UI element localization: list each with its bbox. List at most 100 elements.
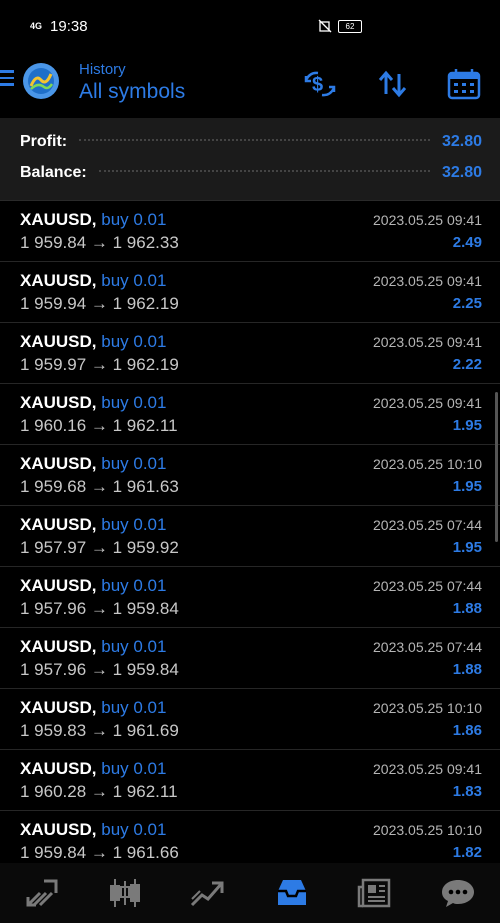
trade-prices: 1 959.94 → 1 962.19	[20, 294, 179, 313]
nav-messages[interactable]	[433, 873, 483, 913]
trade-time: 2023.05.25 09:41	[373, 212, 482, 228]
trade-row[interactable]: XAUUSD, buy 0.01 1 959.84 → 1 962.33 202…	[0, 201, 500, 262]
chart-icon	[109, 879, 140, 907]
header-title[interactable]: All symbols	[79, 80, 185, 104]
trade-symbol: XAUUSD,	[20, 576, 97, 595]
trade-prices: 1 957.96 → 1 959.84	[20, 660, 179, 679]
battery-icon: 62	[338, 19, 362, 33]
balance-label: Balance:	[20, 164, 87, 181]
trade-prices: 1 957.97 → 1 959.92	[20, 538, 179, 557]
trade-row[interactable]: XAUUSD, buy 0.01 1 959.97 → 1 962.19 202…	[0, 323, 500, 384]
trade-side: buy 0.01	[101, 332, 167, 351]
trade-symbol: XAUUSD,	[20, 454, 97, 473]
trade-side: buy 0.01	[101, 820, 167, 839]
metatrader-logo-icon[interactable]	[22, 62, 60, 100]
network-indicator: 4G	[30, 21, 43, 31]
trade-profit: 2.22	[452, 356, 482, 373]
trade-symbol: XAUUSD,	[20, 698, 97, 717]
trade-side: buy 0.01	[101, 515, 167, 534]
trade-side: buy 0.01	[101, 454, 167, 473]
trade-prices: 1 959.97 → 1 962.19	[20, 355, 179, 374]
trade-side: buy 0.01	[101, 759, 167, 778]
trade-symbol: XAUUSD,	[20, 210, 97, 229]
status-bar: 4G 19:38 62	[0, 0, 500, 52]
profit-label: Profit:	[20, 133, 68, 150]
trade-prices: 1 960.28 → 1 962.11	[20, 782, 178, 801]
profit-row: Profit: 32.80	[20, 133, 482, 151]
trade-time: 2023.05.25 09:41	[373, 761, 482, 777]
mute-icon	[318, 19, 332, 33]
scrollbar[interactable]	[495, 392, 498, 542]
trade-time: 2023.05.25 09:41	[373, 273, 482, 289]
header-titles: History All symbols	[79, 61, 185, 104]
trade-profit: 1.95	[452, 539, 482, 556]
profit-value: 32.80	[441, 133, 482, 150]
history-icon	[277, 880, 306, 905]
account-summary: Profit: 32.80 Balance: 32.80	[0, 118, 500, 201]
trade-time: 2023.05.25 07:44	[373, 578, 482, 594]
trade-side: buy 0.01	[101, 271, 167, 290]
trade-profit: 2.25	[452, 295, 482, 312]
trade-prices: 1 959.83 → 1 961.69	[20, 721, 179, 740]
trade-row[interactable]: XAUUSD, buy 0.01 1 960.16 → 1 962.11 202…	[0, 384, 500, 445]
dotted-leader	[79, 139, 430, 141]
trade-side: buy 0.01	[101, 698, 167, 717]
trade-side: buy 0.01	[101, 393, 167, 412]
trade-prices: 1 957.96 → 1 959.84	[20, 599, 179, 618]
currency-exchange-icon[interactable]: $	[302, 66, 338, 102]
messages-icon	[442, 880, 475, 907]
sort-arrows-icon[interactable]	[375, 66, 411, 102]
trade-row[interactable]: XAUUSD, buy 0.01 1 957.97 → 1 959.92 202…	[0, 506, 500, 567]
trade-symbol: XAUUSD,	[20, 393, 97, 412]
balance-row: Balance: 32.80	[20, 164, 482, 182]
status-right: 62	[318, 19, 470, 33]
trade-symbol: XAUUSD,	[20, 515, 97, 534]
trade-row[interactable]: XAUUSD, buy 0.01 1 957.96 → 1 959.84 202…	[0, 567, 500, 628]
nav-quotes[interactable]	[17, 873, 67, 913]
trade-time: 2023.05.25 07:44	[373, 639, 482, 655]
nav-chart[interactable]	[100, 873, 150, 913]
trade-row[interactable]: XAUUSD, buy 0.01 1 960.28 → 1 962.11 202…	[0, 750, 500, 811]
trade-row[interactable]: XAUUSD, buy 0.01 1 957.96 → 1 959.84 202…	[0, 628, 500, 689]
trade-side: buy 0.01	[101, 576, 167, 595]
trade-symbol: XAUUSD,	[20, 637, 97, 656]
trade-profit: 1.86	[452, 722, 482, 739]
trade-prices: 1 959.68 → 1 961.63	[20, 477, 179, 496]
quotes-icon	[26, 879, 58, 907]
trade-profit: 1.88	[452, 600, 482, 617]
nav-history[interactable]	[267, 873, 317, 913]
trade-side: buy 0.01	[101, 637, 167, 656]
trade-list: XAUUSD, buy 0.01 1 959.84 → 1 962.33 202…	[0, 201, 500, 872]
hamburger-menu-icon[interactable]	[0, 70, 14, 90]
news-icon	[357, 878, 391, 908]
nav-news[interactable]	[350, 873, 400, 913]
trade-time: 2023.05.25 10:10	[373, 822, 482, 838]
trade-profit: 1.95	[452, 478, 482, 495]
trade-row[interactable]: XAUUSD, buy 0.01 1 959.68 → 1 961.63 202…	[0, 445, 500, 506]
trade-profit: 1.88	[452, 661, 482, 678]
header: History All symbols $	[0, 52, 500, 118]
svg-text:$: $	[312, 74, 323, 96]
status-left: 4G 19:38	[30, 18, 88, 35]
trade-profit: 2.49	[452, 234, 482, 251]
bottom-navigation	[0, 863, 500, 923]
calendar-icon[interactable]	[446, 66, 482, 102]
trade-row[interactable]: XAUUSD, buy 0.01 1 959.94 → 1 962.19 202…	[0, 262, 500, 323]
trade-prices: 1 960.16 → 1 962.11	[20, 416, 178, 435]
nav-trade[interactable]	[183, 873, 233, 913]
trade-symbol: XAUUSD,	[20, 759, 97, 778]
trade-profit: 1.83	[452, 783, 482, 800]
trade-row[interactable]: XAUUSD, buy 0.01 1 959.83 → 1 961.69 202…	[0, 689, 500, 750]
trade-symbol: XAUUSD,	[20, 271, 97, 290]
trade-prices: 1 959.84 → 1 961.66	[20, 843, 179, 862]
header-subtitle: History	[79, 61, 126, 78]
trade-time: 2023.05.25 07:44	[373, 517, 482, 533]
trade-time: 2023.05.25 09:41	[373, 395, 482, 411]
trade-time: 2023.05.25 10:10	[373, 700, 482, 716]
trade-symbol: XAUUSD,	[20, 332, 97, 351]
clock: 19:38	[50, 17, 88, 35]
trade-time: 2023.05.25 09:41	[373, 334, 482, 350]
dotted-leader	[98, 170, 430, 172]
trade-profit: 1.82	[452, 844, 482, 861]
balance-value: 32.80	[441, 164, 482, 181]
